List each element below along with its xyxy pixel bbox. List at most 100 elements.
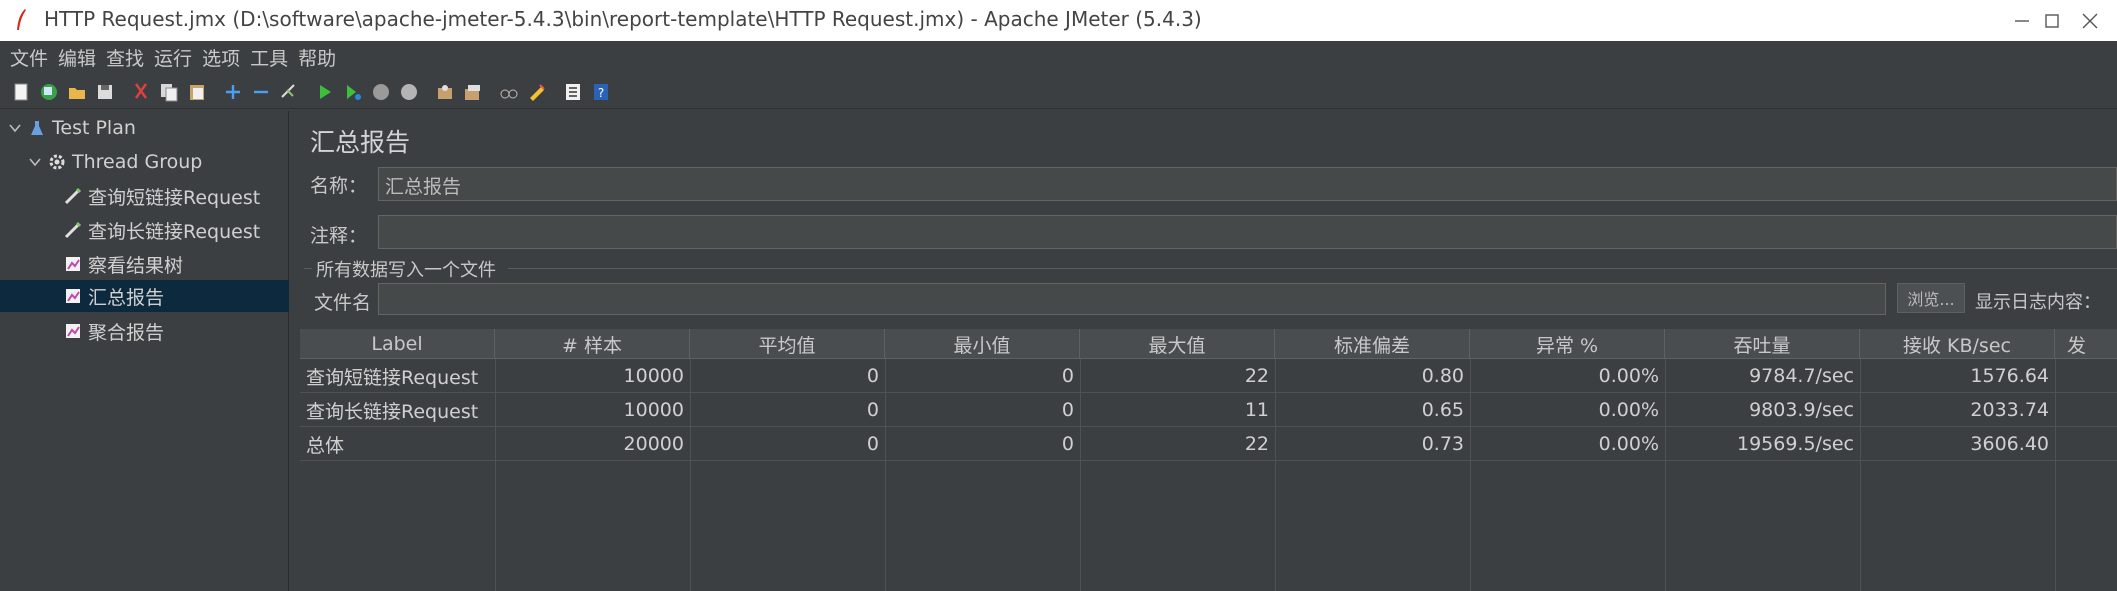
svg-text:?: ?: [598, 86, 604, 100]
tree-item-label: 汇总报告: [88, 286, 165, 309]
menu-tools[interactable]: 工具: [250, 44, 288, 71]
cell-std-dev: 0.80: [1421, 365, 1464, 387]
column-header-throughput[interactable]: 吞吐量: [1665, 329, 1860, 359]
table-row[interactable]: 查询短链接Request 10000 0 0 22 0.80 0.00% 978…: [300, 359, 2117, 393]
tree-item-short-link-request[interactable]: 查询短链接Request: [0, 180, 289, 212]
cell-samples: 20000: [623, 433, 684, 455]
cut-button[interactable]: [130, 81, 152, 103]
cell-average: 0: [866, 365, 879, 387]
tree-item-summary-report[interactable]: 汇总报告: [0, 280, 289, 312]
expand-all-button[interactable]: [222, 81, 244, 103]
cell-received-kb: 3606.40: [1970, 433, 2049, 455]
new-button[interactable]: [10, 81, 32, 103]
column-header-std-dev[interactable]: 标准偏差: [1275, 329, 1470, 359]
column-header-error-pct[interactable]: 异常 %: [1470, 329, 1665, 359]
gear-icon: [49, 154, 65, 170]
column-header-average[interactable]: 平均值: [690, 329, 885, 359]
expand-icon: [226, 84, 240, 99]
column-header-samples[interactable]: # 样本: [495, 329, 690, 359]
maximize-icon: [2045, 13, 2059, 28]
jmeter-feather-icon: [17, 9, 26, 30]
menu-help[interactable]: 帮助: [298, 44, 336, 71]
browse-button[interactable]: 浏览...: [1897, 283, 1965, 313]
collapse-all-button[interactable]: [250, 81, 272, 103]
listener-icon: [66, 257, 80, 271]
filename-field[interactable]: [378, 283, 1886, 315]
cell-error-pct: 0.00%: [1598, 433, 1659, 455]
tree-item-long-link-request[interactable]: 查询长链接Request: [0, 214, 289, 246]
window-title: HTTP Request.jmx (D:\software\apache-jme…: [44, 7, 1202, 31]
paste-button[interactable]: [186, 81, 208, 103]
search-button[interactable]: [498, 81, 520, 103]
cut-icon: [135, 82, 147, 99]
tree-item-label: 察看结果树: [88, 254, 184, 277]
column-header-received-kb[interactable]: 接收 KB/sec: [1860, 329, 2055, 359]
help-icon: ?: [594, 83, 608, 100]
function-helper-button[interactable]: [562, 81, 584, 103]
stop-icon: [373, 83, 389, 100]
stop-button[interactable]: [370, 81, 392, 103]
chevron-down-icon[interactable]: [8, 121, 22, 135]
cell-throughput: 9803.9/sec: [1749, 399, 1854, 421]
cell-max: 22: [1244, 433, 1269, 455]
menu-bar: 文件 编辑 查找 运行 选项 工具 帮助: [0, 41, 2117, 73]
tree-item-view-results-tree[interactable]: 察看结果树: [0, 248, 289, 280]
toolbar: ?: [0, 75, 2117, 109]
listener-icon: [66, 289, 80, 303]
tree-item-test-plan[interactable]: Test Plan: [0, 112, 289, 144]
start-button[interactable]: [314, 81, 336, 103]
column-header-max[interactable]: 最大值: [1080, 329, 1275, 359]
title-bar: HTTP Request.jmx (D:\software\apache-jme…: [0, 0, 2117, 41]
copy-button[interactable]: [158, 81, 180, 103]
sampler-icon: [64, 187, 82, 205]
function-helper-icon: [566, 83, 580, 100]
clear-button[interactable]: [434, 81, 456, 103]
table-row-total[interactable]: 总体 20000 0 0 22 0.73 0.00% 19569.5/sec 3…: [300, 427, 2117, 461]
open-button[interactable]: [66, 81, 88, 103]
chevron-down-icon[interactable]: [28, 155, 42, 169]
cell-min: 0: [1061, 399, 1074, 421]
search-icon: [500, 89, 518, 98]
paste-icon: [190, 84, 204, 100]
tree-item-thread-group[interactable]: Thread Group: [0, 146, 289, 178]
tree-item-label: Thread Group: [72, 151, 203, 173]
menu-edit[interactable]: 编辑: [58, 44, 96, 71]
sampler-icon: [64, 221, 82, 239]
save-button[interactable]: [94, 81, 116, 103]
column-header-label[interactable]: Label: [300, 329, 495, 359]
cell-std-dev: 0.65: [1421, 399, 1464, 421]
templates-button[interactable]: [38, 81, 60, 103]
comment-field[interactable]: [378, 215, 2117, 249]
column-header-sent-kb[interactable]: 发: [2055, 329, 2117, 359]
start-icon: [320, 84, 331, 99]
tree-item-label: 查询短链接Request: [88, 186, 261, 209]
cell-max: 11: [1244, 399, 1269, 421]
menu-search[interactable]: 查找: [106, 44, 144, 71]
copy-icon: [161, 83, 178, 101]
test-plan-tree: Test Plan Thread Group 查询短链接Request 查询长链…: [0, 111, 289, 591]
close-button[interactable]: [2060, 0, 2117, 41]
clear-all-button[interactable]: [462, 81, 484, 103]
cell-throughput: 19569.5/sec: [1736, 433, 1854, 455]
menu-file[interactable]: 文件: [10, 44, 48, 71]
menu-options[interactable]: 选项: [202, 44, 240, 71]
help-button[interactable]: ?: [590, 81, 612, 103]
cell-max: 22: [1244, 365, 1269, 387]
toggle-button[interactable]: [278, 81, 300, 103]
start-no-pauses-button[interactable]: [342, 81, 364, 103]
shutdown-button[interactable]: [398, 81, 420, 103]
comment-label: 注释：: [310, 225, 368, 247]
cell-label: 查询长链接Request: [306, 400, 479, 423]
tree-item-aggregate-report[interactable]: 聚合报告: [0, 315, 289, 347]
cell-label: 查询短链接Request: [306, 366, 479, 389]
save-icon: [98, 84, 112, 99]
reset-search-button[interactable]: [526, 81, 548, 103]
column-header-min[interactable]: 最小值: [885, 329, 1080, 359]
clear-icon: [438, 84, 452, 99]
table-header: Label # 样本 平均值 最小值 最大值 标准偏差 异常 % 吞吐量 接收 …: [300, 329, 2117, 359]
name-field[interactable]: 汇总报告: [378, 167, 2117, 201]
cell-min: 0: [1061, 365, 1074, 387]
close-icon: [2082, 13, 2098, 28]
table-row[interactable]: 查询长链接Request 10000 0 0 11 0.65 0.00% 980…: [300, 393, 2117, 427]
menu-run[interactable]: 运行: [154, 44, 192, 71]
